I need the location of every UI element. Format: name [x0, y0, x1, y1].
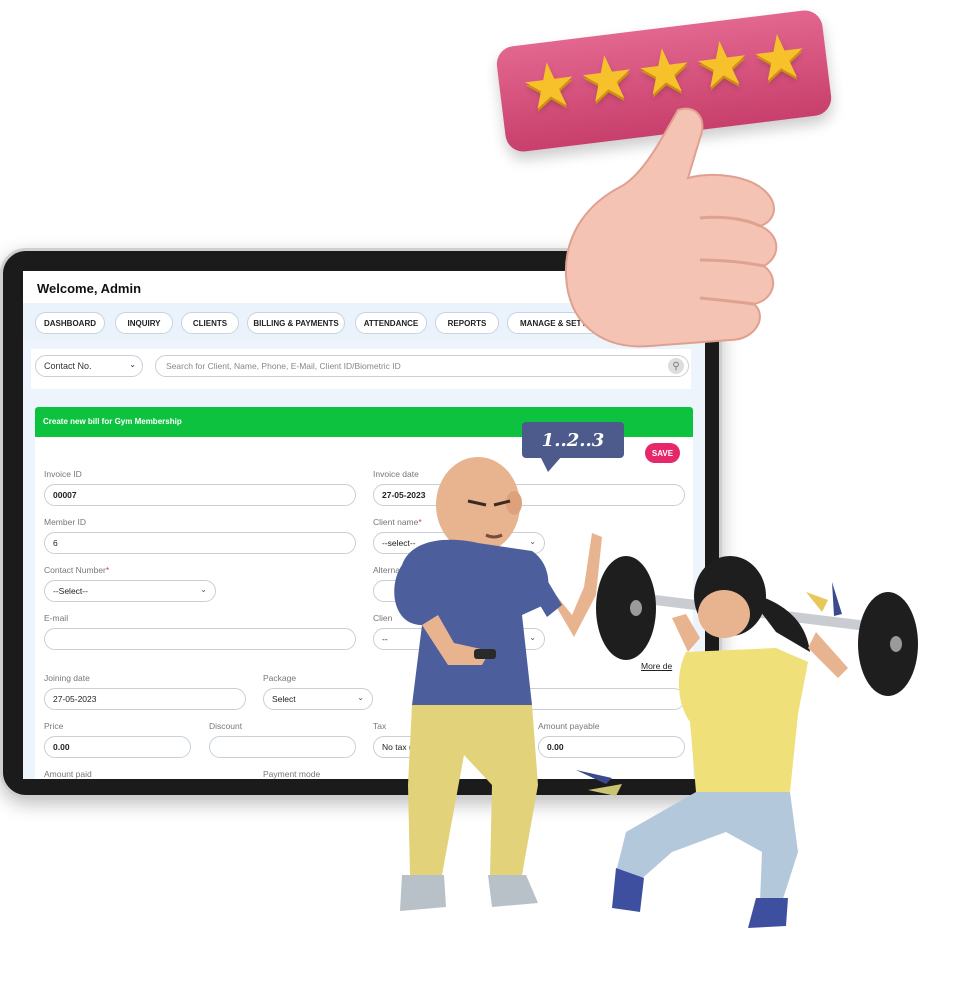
email-field[interactable] — [44, 628, 356, 650]
star-icon: ★ — [690, 27, 755, 103]
nav-reports[interactable]: REPORTS — [435, 312, 499, 334]
joining-date-label: Joining date — [44, 673, 90, 683]
chevron-down-icon: ⌄ — [129, 360, 136, 369]
contact-number-label-text: Contact Number — [44, 565, 106, 575]
contact-number-select[interactable]: --Select-- ⌄ — [44, 580, 216, 602]
contact-number-value: --Select-- — [53, 586, 88, 596]
invoice-id-label: Invoice ID — [44, 469, 82, 479]
joining-date-field[interactable]: 27-05-2023 — [44, 688, 246, 710]
woman-lifting-figure — [576, 556, 918, 928]
price-field[interactable]: 0.00 — [44, 736, 191, 758]
contact-number-label: Contact Number* — [44, 565, 109, 575]
discount-field[interactable] — [209, 736, 356, 758]
star-icon: ★ — [632, 34, 697, 110]
thumbs-up-hand — [564, 107, 778, 348]
invoice-id-field[interactable]: 00007 — [44, 484, 356, 506]
count-speech-bubble: 1..2..3 — [522, 422, 624, 458]
star-icon: ★ — [748, 20, 812, 96]
member-id-label: Member ID — [44, 517, 87, 527]
nav-clients[interactable]: CLIENTS — [181, 312, 239, 334]
nav-dashboard[interactable]: DASHBOARD — [35, 312, 105, 334]
required-mark: * — [105, 565, 110, 575]
save-button[interactable]: SAVE — [645, 443, 680, 463]
nav-attendance[interactable]: ATTENDANCE — [355, 312, 427, 334]
discount-label: Discount — [209, 721, 243, 731]
payment-mode-label: Payment mode — [263, 769, 321, 779]
chevron-down-icon: ⌄ — [200, 585, 207, 594]
package-value: Select — [272, 694, 296, 704]
price-label: Price — [44, 721, 64, 731]
amount-paid-label: Amount paid — [44, 769, 92, 779]
package-select[interactable]: Select ⌄ — [263, 688, 373, 710]
member-id-field[interactable]: 6 — [44, 532, 356, 554]
stage: Welcome, Admin DASHBOARD INQUIRY CLIENTS… — [0, 0, 963, 999]
search-placeholder: Search for Client, Name, Phone, E-Mail, … — [166, 361, 401, 371]
nav-inquiry[interactable]: INQUIRY — [115, 312, 173, 334]
chevron-down-icon: ⌄ — [357, 693, 364, 702]
package-label: Package — [263, 673, 297, 683]
search-filter-select[interactable]: Contact No. ⌄ — [35, 355, 143, 377]
search-filter-value: Contact No. — [44, 361, 92, 371]
nav-billing-payments[interactable]: BILLING & PAYMENTS — [247, 312, 345, 334]
email-label: E-mail — [44, 613, 69, 623]
